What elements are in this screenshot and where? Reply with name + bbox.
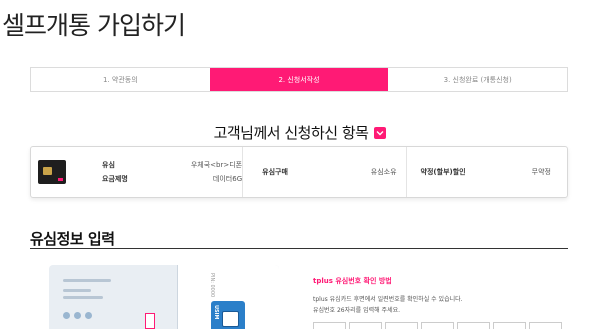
plan-name-value-1: 우체국<br>디폰 — [190, 161, 243, 169]
summary-heading-title: 고객님께서 신청하신 항목 — [213, 124, 369, 142]
summary-heading: 고객님께서 신청하신 항목 — [0, 122, 600, 143]
usim-card-brand: USIM — [213, 305, 219, 320]
signup-steps: 1. 약관동의 2. 신청서작성 3. 신청완료 (개통신청) — [30, 67, 568, 92]
step-terms: 1. 약관동의 — [103, 75, 138, 84]
contract-value: 무약정 — [531, 168, 551, 176]
serial-number-highlight — [145, 313, 155, 329]
usim-card-illustration: PIN: 0000 USIM — [49, 265, 279, 329]
usim-number-input-7[interactable] — [529, 322, 562, 329]
howto-title: tplus 유심번호 확인 방법 — [313, 277, 392, 285]
page-title: 셀프개통 가입하기 — [2, 11, 186, 40]
usim-number-input-3[interactable] — [385, 322, 418, 329]
plan-name-label: 요금제명 — [102, 175, 128, 183]
usim-number-input-6[interactable] — [493, 322, 526, 329]
summary-usim-purchase-cell: 유심구매 유심소유 — [242, 147, 405, 197]
summary-contract-cell: 약정(할부)할인 무약정 — [405, 147, 567, 197]
howto-line-1: tplus 유심카드 후면에서 일련번호를 확인하실 수 있습니다. — [313, 296, 463, 303]
usim-number-inputs — [313, 322, 562, 329]
usim-number-input-4[interactable] — [421, 322, 454, 329]
contract-label: 약정(할부)할인 — [420, 168, 466, 176]
howto-line-2: 유심번호 26자리를 입력해 주세요. — [313, 307, 401, 314]
usim-number-input-2[interactable] — [349, 322, 382, 329]
step-application-form: 2. 신청서작성 — [209, 68, 389, 91]
section-divider — [30, 248, 568, 249]
application-summary: 유심 요금제명 우체국<br>디폰 데이터6G 유심구매 유심소유 약정(할부)… — [30, 146, 568, 198]
summary-plan-cell: 유심 요금제명 우체국<br>디폰 데이터6G — [31, 147, 242, 197]
card-pin-label: PIN: 0000 — [209, 273, 215, 298]
usim-chip-icon — [38, 160, 66, 184]
step-complete: 3. 신청완료 (개통신청) — [443, 75, 512, 84]
usim-card-icon: USIM — [211, 301, 245, 329]
chevron-down-icon[interactable] — [374, 126, 387, 139]
usim-info-heading: 유심정보 입력 — [30, 230, 115, 248]
usim-label: 유심 — [102, 161, 115, 169]
usim-purchase-label: 유심구매 — [262, 168, 288, 176]
usim-number-input-1[interactable] — [313, 322, 346, 329]
usim-purchase-value: 유심소유 — [370, 168, 397, 176]
usim-number-input-5[interactable] — [457, 322, 490, 329]
plan-name-value-2: 데이터6G — [212, 175, 243, 183]
